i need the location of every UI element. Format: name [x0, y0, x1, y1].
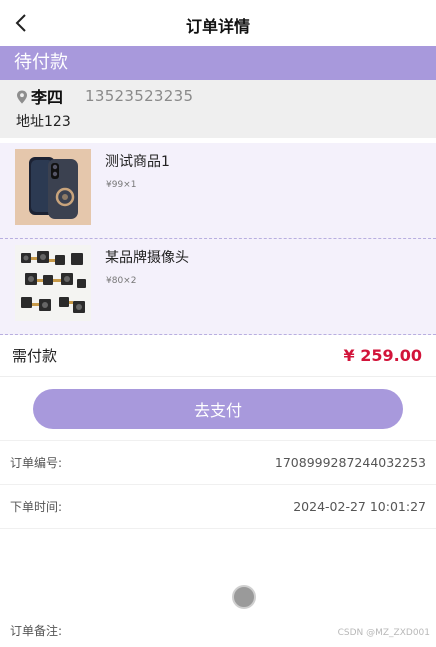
- goods-list: 测试商品1 ¥99×1 某品牌摄像头 ¥80×2: [0, 143, 436, 335]
- order-remark-label: 订单备注:: [10, 624, 63, 638]
- nav-bar: 订单详情: [0, 0, 436, 46]
- floating-assistive-button[interactable]: [232, 585, 256, 609]
- order-time-label: 下单时间:: [10, 500, 63, 514]
- total-row: 需付款 ¥ 259.00: [0, 335, 436, 377]
- order-time-value: 2024-02-27 10:01:27: [293, 499, 426, 514]
- goods-price-qty: ¥80×2: [106, 276, 137, 286]
- camera-modules-image: [15, 245, 91, 321]
- order-remark-row: 订单备注:: [10, 620, 62, 639]
- receiver-address: 地址123: [16, 114, 71, 130]
- watermark: CSDN @MZ_ZXD001: [337, 628, 430, 638]
- phone-case-image: [15, 149, 91, 225]
- chevron-left-icon[interactable]: [12, 12, 32, 34]
- receiver-name: 李四: [31, 88, 64, 107]
- goods-name: 测试商品1: [105, 154, 170, 170]
- order-number-row: 订单编号: 1708999287244032253: [0, 441, 436, 485]
- location-pin-icon: [17, 90, 27, 103]
- order-number-label: 订单编号:: [10, 456, 63, 470]
- address-card[interactable]: 李四 13523523235 地址123: [0, 80, 436, 138]
- pay-area: 去支付: [0, 377, 436, 441]
- goods-item[interactable]: 某品牌摄像头 ¥80×2: [0, 239, 436, 335]
- total-label: 需付款: [12, 347, 58, 365]
- pay-button[interactable]: 去支付: [33, 388, 403, 429]
- goods-item[interactable]: 测试商品1 ¥99×1: [0, 143, 436, 239]
- goods-price-qty: ¥99×1: [106, 180, 137, 190]
- total-amount: ¥ 259.00: [343, 346, 422, 365]
- order-number-value: 1708999287244032253: [274, 455, 426, 470]
- order-status-banner: 待付款: [0, 46, 436, 80]
- receiver-phone: 13523523235: [85, 87, 194, 105]
- page-title: 订单详情: [185, 17, 250, 36]
- goods-name: 某品牌摄像头: [105, 250, 189, 266]
- order-time-row: 下单时间: 2024-02-27 10:01:27: [0, 485, 436, 529]
